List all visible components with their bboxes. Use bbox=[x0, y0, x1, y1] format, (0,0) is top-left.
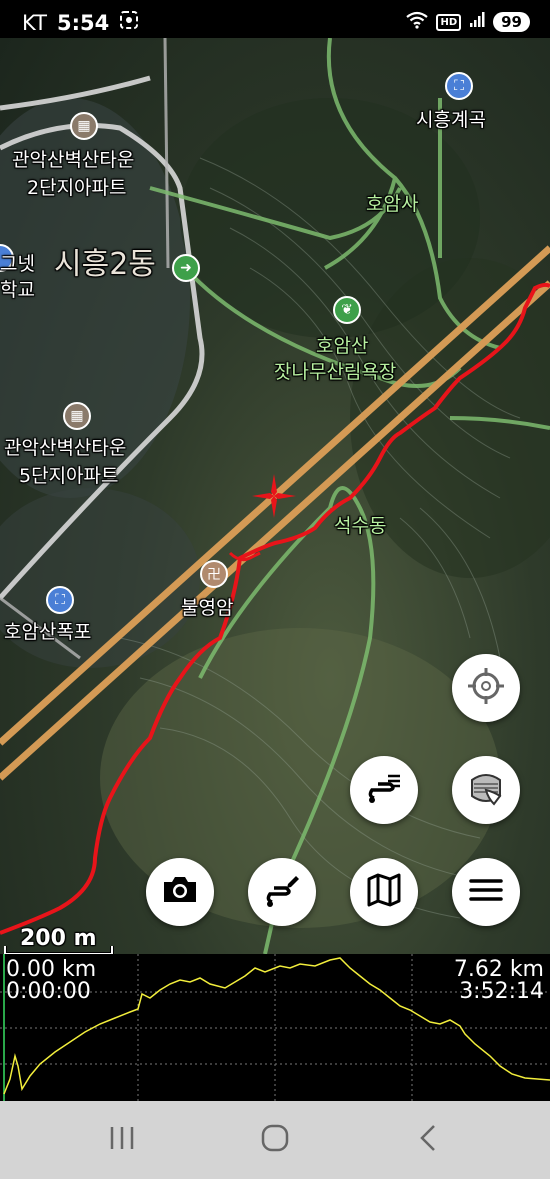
back-button[interactable] bbox=[398, 1123, 458, 1157]
map-label: 그넷 bbox=[0, 253, 35, 275]
map-label: 관악산벽산타운 bbox=[4, 437, 127, 459]
locate-button[interactable] bbox=[452, 654, 520, 722]
scale-line bbox=[4, 946, 114, 954]
map-view[interactable]: ▦ ▦ ⛶ ⛶ 卍 ❦ ➜ 시흥계곡 관악산벽산타운 2단지아파트 호암사 그넷… bbox=[0, 38, 550, 954]
start-time: 0:00:00 bbox=[6, 979, 91, 1004]
map-label: 2단지아파트 bbox=[27, 177, 127, 199]
carrier-label: KT bbox=[22, 10, 47, 35]
recent-apps-icon bbox=[107, 1124, 137, 1156]
apartment-poi-icon[interactable]: ▦ bbox=[70, 112, 98, 140]
draw-route-icon bbox=[262, 870, 302, 914]
layers-button[interactable] bbox=[452, 756, 520, 824]
crosshair-icon bbox=[466, 666, 506, 710]
menu-button[interactable] bbox=[452, 858, 520, 926]
map-label: 시흥계곡 bbox=[416, 109, 486, 131]
forest-poi-icon[interactable]: ❦ bbox=[333, 296, 361, 324]
map-label: 석수동 bbox=[334, 515, 387, 537]
map-label: 호암산 bbox=[316, 335, 369, 357]
map-label: 잣나무산림욕장 bbox=[274, 361, 397, 383]
map-label: 호암사 bbox=[366, 193, 419, 215]
community-center-poi-icon[interactable]: ➜ bbox=[172, 254, 200, 282]
battery-level: 99 bbox=[493, 12, 530, 32]
route-list-button[interactable] bbox=[350, 756, 418, 824]
map-icon bbox=[364, 870, 404, 914]
home-icon bbox=[260, 1123, 290, 1157]
back-icon bbox=[416, 1123, 440, 1157]
draw-route-button[interactable] bbox=[248, 858, 316, 926]
system-nav-bar bbox=[0, 1101, 550, 1179]
apartment-poi-icon[interactable]: ▦ bbox=[63, 402, 91, 430]
status-left: KT 5:54 bbox=[22, 10, 139, 35]
hd-badge: HD bbox=[436, 13, 462, 31]
recent-apps-button[interactable] bbox=[92, 1123, 152, 1157]
clock: 5:54 bbox=[56, 10, 110, 35]
status-right: HD 99 bbox=[406, 11, 530, 33]
elevation-profile[interactable]: 0.00 km 0:00:00 7.62 km 3:52:14 bbox=[0, 954, 550, 1101]
temple-poi-icon[interactable]: 卍 bbox=[200, 560, 228, 588]
start-distance: 0.00 km bbox=[6, 957, 97, 982]
map-label: 학교 bbox=[0, 279, 35, 301]
camera-icon bbox=[160, 870, 200, 914]
layers-icon bbox=[464, 766, 508, 814]
map-label: 5단지아파트 bbox=[19, 465, 119, 487]
map-label: 시흥2동 bbox=[54, 247, 156, 282]
valley-poi-icon[interactable]: ⛶ bbox=[445, 72, 473, 100]
map-label: 호암산폭포 bbox=[4, 621, 92, 643]
camera-button[interactable] bbox=[146, 858, 214, 926]
map-select-button[interactable] bbox=[350, 858, 418, 926]
total-distance: 7.62 km bbox=[453, 957, 544, 982]
route-icon bbox=[364, 768, 404, 812]
home-button[interactable] bbox=[245, 1123, 305, 1157]
map-scale: 200 m bbox=[4, 926, 114, 954]
waterfall-poi-icon[interactable]: ⛶ bbox=[46, 586, 74, 614]
map-label: 불영암 bbox=[181, 597, 234, 619]
signal-icon bbox=[469, 12, 485, 32]
menu-icon bbox=[466, 870, 506, 914]
wifi-icon bbox=[406, 11, 429, 33]
map-label: 관악산벽산타운 bbox=[12, 149, 135, 171]
screen-record-icon bbox=[119, 10, 139, 35]
total-time: 3:52:14 bbox=[459, 979, 544, 1004]
